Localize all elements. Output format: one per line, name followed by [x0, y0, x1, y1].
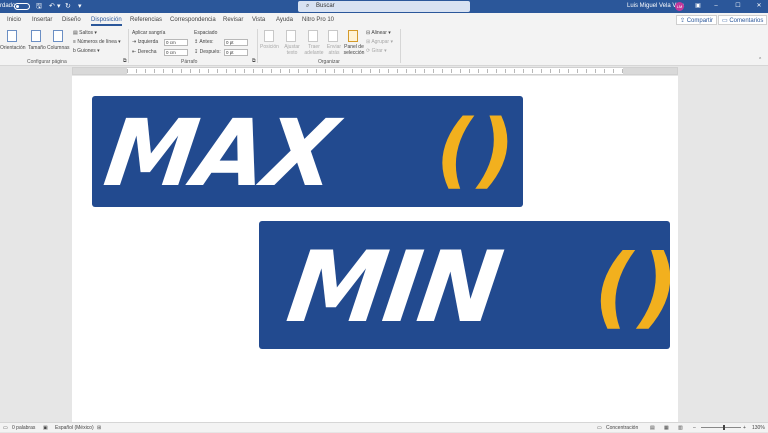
- ribbon: Orientación Tamaño Columnas ▤ Saltos ▾ ≡…: [0, 27, 768, 66]
- share-icon: ⇪: [680, 18, 687, 24]
- collapse-ribbon-icon[interactable]: ⌃: [758, 57, 762, 63]
- tab-vista[interactable]: Vista: [252, 13, 265, 27]
- undo-dropdown-icon[interactable]: ▾: [57, 0, 61, 13]
- orientation-icon[interactable]: [7, 30, 17, 42]
- line-numbers-button[interactable]: ≡ Números de línea ▾: [73, 39, 121, 45]
- bring-forward-icon[interactable]: [308, 30, 318, 42]
- tab-revisar[interactable]: Revisar: [223, 13, 243, 27]
- document-page[interactable]: MAX () MIN (): [72, 76, 678, 422]
- ribbon-tabs: Inicio Insertar Diseño Disposición Refer…: [0, 13, 768, 27]
- wrap-text-button[interactable]: Ajustar texto: [281, 44, 303, 56]
- tab-ayuda[interactable]: Ayuda: [276, 13, 293, 27]
- send-backward-icon[interactable]: [328, 30, 338, 42]
- indent-left-field[interactable]: 0 cm: [164, 39, 188, 46]
- share-label: Compartir: [686, 18, 714, 24]
- spacing-before-field[interactable]: 0 pt: [224, 39, 248, 46]
- paragraph-launcher-icon[interactable]: ⧉: [252, 58, 256, 64]
- max-parens: (): [436, 103, 519, 198]
- search-placeholder: Buscar: [316, 3, 335, 9]
- divider: [128, 29, 129, 63]
- undo-icon[interactable]: ↶: [49, 0, 55, 13]
- spacing-after-label: ↧ Después:: [194, 49, 221, 55]
- orientation-button[interactable]: Orientación: [0, 45, 26, 51]
- size-button[interactable]: Tamaño: [28, 45, 46, 51]
- group-button[interactable]: ⊞ Agrupar ▾: [366, 39, 393, 45]
- breaks-button[interactable]: ▤ Saltos ▾: [73, 30, 97, 36]
- share-button[interactable]: ⇪ Compartir: [676, 15, 718, 25]
- tab-diseno[interactable]: Diseño: [62, 13, 81, 27]
- max-banner-image[interactable]: MAX (): [92, 96, 523, 207]
- min-banner-image[interactable]: MIN (): [259, 221, 670, 349]
- selection-pane-icon[interactable]: [348, 30, 358, 42]
- tab-correspondencia[interactable]: Correspondencia: [170, 13, 216, 27]
- indent-left-label: ⇥ Izquierda: [132, 39, 159, 45]
- close-icon[interactable]: ✕: [747, 0, 768, 13]
- columns-icon[interactable]: [53, 30, 63, 42]
- tab-inicio[interactable]: Inicio: [7, 13, 21, 27]
- columns-button[interactable]: Columnas: [47, 45, 70, 51]
- paragraph-group-label: Párrafo: [181, 59, 198, 65]
- page-setup-launcher-icon[interactable]: ⧉: [123, 58, 127, 64]
- selection-pane-button[interactable]: Panel de selección: [343, 44, 365, 56]
- rotate-button[interactable]: ⟳ Girar ▾: [366, 48, 387, 54]
- arrange-group-label: Organizar: [318, 59, 340, 65]
- comments-button[interactable]: ▭ Comentarios: [718, 15, 768, 25]
- document-workspace: MAX () MIN (): [0, 76, 768, 422]
- size-icon[interactable]: [31, 30, 41, 42]
- avatar[interactable]: LM: [675, 2, 684, 11]
- vertical-scrollbar[interactable]: [756, 76, 768, 422]
- save-icon[interactable]: 🖫: [36, 0, 42, 13]
- search-icon: ⌕: [306, 3, 310, 9]
- spacing-after-field[interactable]: 0 pt: [224, 49, 248, 56]
- position-icon[interactable]: [264, 30, 274, 42]
- spacing-title: Espaciado: [194, 30, 218, 36]
- tab-disposicion[interactable]: Disposición: [91, 13, 122, 27]
- minimize-icon[interactable]: –: [704, 0, 728, 13]
- indent-title: Aplicar sangría: [132, 30, 166, 36]
- divider: [257, 29, 258, 63]
- search-input[interactable]: ⌕ Buscar: [298, 1, 470, 12]
- indent-right-field[interactable]: 0 cm: [164, 49, 188, 56]
- redo-icon[interactable]: ↻: [65, 0, 71, 13]
- spacing-before-label: ↥ Antes:: [194, 39, 214, 45]
- position-button[interactable]: Posición: [260, 44, 279, 50]
- title-bar: rdado 🖫 ↶ ▾ ↻ ▾ Documento1 - Word ⌕ Busc…: [0, 0, 768, 13]
- wrap-text-icon[interactable]: [286, 30, 296, 42]
- hyphenation-button[interactable]: b Guiones ▾: [73, 48, 100, 54]
- zoom-slider-thumb[interactable]: [723, 425, 725, 430]
- ruler-right-margin: [623, 68, 677, 74]
- min-word: MIN: [280, 231, 508, 345]
- status-bar: ▭ 0 palabras ▣ Español (México) ⊞ ▭ Conc…: [0, 422, 768, 432]
- ruler-ticks: [127, 69, 623, 73]
- max-word: MAX: [98, 100, 342, 207]
- page-setup-group-label: Configurar página: [27, 59, 67, 65]
- align-button[interactable]: ⊟ Alinear ▾: [366, 30, 391, 36]
- comments-label: Comentarios: [729, 18, 764, 24]
- indent-right-label: ⇤ Derecha: [132, 49, 157, 55]
- tab-insertar[interactable]: Insertar: [32, 13, 52, 27]
- ruler-left-margin: [73, 68, 127, 74]
- bring-forward-button[interactable]: Traer adelante: [303, 44, 325, 56]
- min-parens: (): [594, 235, 670, 338]
- horizontal-ruler[interactable]: [72, 67, 678, 75]
- autosave-toggle[interactable]: [14, 3, 30, 10]
- zoom-slider[interactable]: [701, 427, 741, 428]
- divider: [400, 29, 401, 63]
- tab-nitro[interactable]: Nitro Pro 10: [302, 13, 334, 27]
- tab-referencias[interactable]: Referencias: [130, 13, 162, 27]
- customize-toolbar-icon[interactable]: ▾: [78, 0, 82, 13]
- send-backward-button[interactable]: Enviar atrás: [323, 44, 345, 56]
